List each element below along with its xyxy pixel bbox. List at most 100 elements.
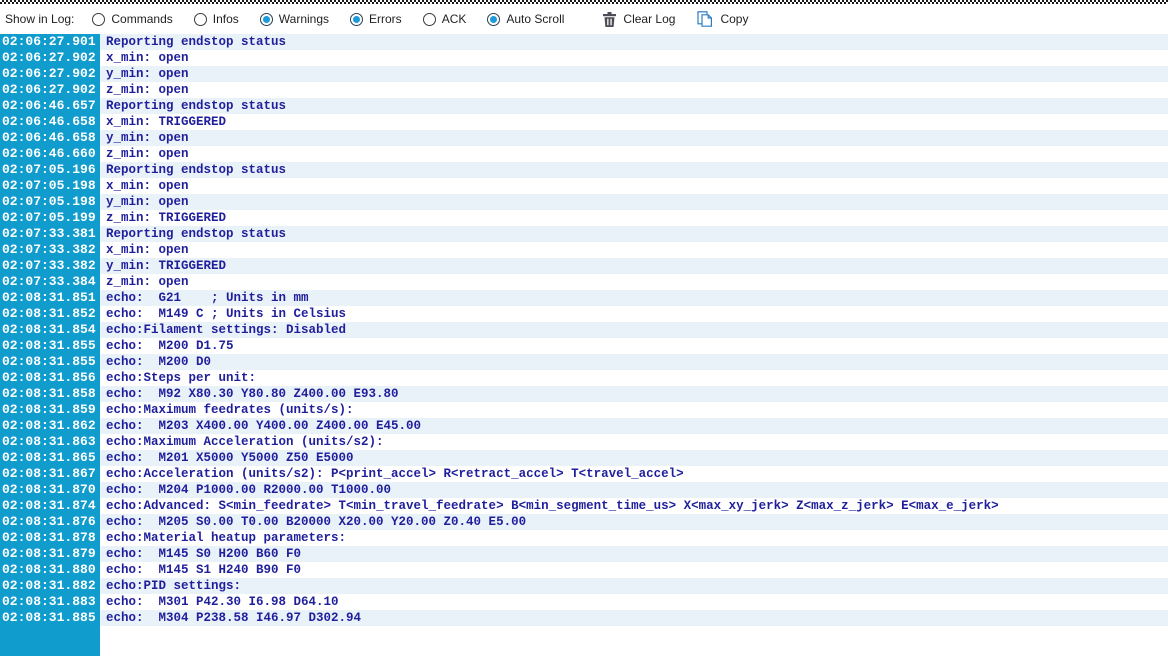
copy-label: Copy: [720, 12, 748, 26]
log-message: echo: M203 X400.00 Y400.00 Z400.00 E45.0…: [100, 418, 421, 434]
filter-commands[interactable]: Commands: [92, 12, 172, 26]
log-row: 02:07:05.196Reporting endstop status: [0, 162, 1168, 178]
log-timestamp: 02:06:27.901: [0, 34, 100, 50]
log-row: 02:08:31.854echo:Filament settings: Disa…: [0, 322, 1168, 338]
log-message: echo:Maximum Acceleration (units/s2):: [100, 434, 384, 450]
log-timestamp: 02:08:31.880: [0, 562, 100, 578]
log-row: 02:06:46.658y_min: open: [0, 130, 1168, 146]
radio-dot: [197, 16, 204, 23]
radio-icon[interactable]: [487, 13, 500, 26]
timestamp-gutter: [0, 626, 100, 656]
log-row: 02:08:31.856echo:Steps per unit:: [0, 370, 1168, 386]
radio-icon[interactable]: [260, 13, 273, 26]
log-row: 02:08:31.851echo: G21 ; Units in mm: [0, 290, 1168, 306]
log-row: 02:06:46.658x_min: TRIGGERED: [0, 114, 1168, 130]
log-message: echo:Maximum feedrates (units/s):: [100, 402, 354, 418]
filter-label: Warnings: [279, 12, 329, 26]
log-message: echo:Advanced: S<min_feedrate> T<min_tra…: [100, 498, 999, 514]
log-message: echo: M145 S1 H240 B90 F0: [100, 562, 301, 578]
radio-icon[interactable]: [350, 13, 363, 26]
log-message: y_min: open: [100, 194, 189, 210]
filter-label: Errors: [369, 12, 402, 26]
log-message: echo:Steps per unit:: [100, 370, 256, 386]
log-timestamp: 02:08:31.862: [0, 418, 100, 434]
log-timestamp: 02:08:31.885: [0, 610, 100, 626]
log-message: z_min: open: [100, 82, 189, 98]
log-timestamp: 02:08:31.859: [0, 402, 100, 418]
log-timestamp: 02:08:31.858: [0, 386, 100, 402]
log-row: 02:08:31.855echo: M200 D0: [0, 354, 1168, 370]
log-row: 02:07:33.381Reporting endstop status: [0, 226, 1168, 242]
log-timestamp: 02:08:31.854: [0, 322, 100, 338]
log-row: 02:08:31.858echo: M92 X80.30 Y80.80 Z400…: [0, 386, 1168, 402]
log-row: 02:08:31.885echo: M304 P238.58 I46.97 D3…: [0, 610, 1168, 626]
radio-icon[interactable]: [423, 13, 436, 26]
log-timestamp: 02:08:31.863: [0, 434, 100, 450]
log-timestamp: 02:06:46.658: [0, 130, 100, 146]
log-timestamp: 02:08:31.878: [0, 530, 100, 546]
log-timestamp: 02:08:31.874: [0, 498, 100, 514]
show-in-log-label: Show in Log:: [5, 12, 74, 26]
log-row: 02:08:31.883echo: M301 P42.30 I6.98 D64.…: [0, 594, 1168, 610]
log-message: echo: M149 C ; Units in Celsius: [100, 306, 346, 322]
log-row: 02:07:33.384z_min: open: [0, 274, 1168, 290]
log-filter-group: Commands Infos Warnings Errors ACK Auto Scrol…: [92, 12, 585, 27]
log-message: x_min: open: [100, 50, 189, 66]
trash-icon: [603, 12, 616, 27]
clear-log-button[interactable]: Clear Log: [599, 10, 679, 29]
log-timestamp: 02:08:31.876: [0, 514, 100, 530]
radio-dot: [490, 16, 497, 23]
log-row: 02:07:33.382x_min: open: [0, 242, 1168, 258]
log-row: 02:06:27.902x_min: open: [0, 50, 1168, 66]
log-message: echo: M205 S0.00 T0.00 B20000 X20.00 Y20…: [100, 514, 526, 530]
log-row: 02:08:31.865echo: M201 X5000 Y5000 Z50 E…: [0, 450, 1168, 466]
log-message: y_min: open: [100, 130, 189, 146]
log-row: 02:08:31.878echo:Material heatup paramet…: [0, 530, 1168, 546]
log-row: 02:08:31.862echo: M203 X400.00 Y400.00 Z…: [0, 418, 1168, 434]
log-viewer[interactable]: 02:06:27.901Reporting endstop status02:0…: [0, 34, 1168, 656]
log-message: echo: G21 ; Units in mm: [100, 290, 309, 306]
log-message: echo: M200 D0: [100, 354, 211, 370]
log-timestamp: 02:08:31.855: [0, 354, 100, 370]
log-row: 02:07:33.382y_min: TRIGGERED: [0, 258, 1168, 274]
log-row: 02:06:27.901Reporting endstop status: [0, 34, 1168, 50]
clear-log-label: Clear Log: [623, 12, 675, 26]
log-row: 02:06:27.902y_min: open: [0, 66, 1168, 82]
log-timestamp: 02:08:31.865: [0, 450, 100, 466]
radio-dot: [353, 16, 360, 23]
log-message: echo: M200 D1.75: [100, 338, 234, 354]
filter-label: Auto Scroll: [506, 12, 564, 26]
log-row: 02:08:31.882echo:PID settings:: [0, 578, 1168, 594]
copy-button[interactable]: Copy: [693, 9, 752, 29]
log-row: 02:08:31.867echo:Acceleration (units/s2)…: [0, 466, 1168, 482]
log-row: 02:07:05.199z_min: TRIGGERED: [0, 210, 1168, 226]
log-timestamp: 02:06:27.902: [0, 50, 100, 66]
log-timestamp: 02:06:46.660: [0, 146, 100, 162]
log-row: 02:08:31.876echo: M205 S0.00 T0.00 B2000…: [0, 514, 1168, 530]
copy-icon: [697, 11, 713, 27]
filter-warnings[interactable]: Warnings: [260, 12, 329, 26]
log-toolbar: Show in Log: Commands Infos Warnings Errors…: [0, 4, 1168, 34]
radio-icon[interactable]: [194, 13, 207, 26]
log-message: Reporting endstop status: [100, 226, 286, 242]
log-timestamp: 02:08:31.856: [0, 370, 100, 386]
log-timestamp: 02:08:31.879: [0, 546, 100, 562]
log-message: echo:Material heatup parameters:: [100, 530, 346, 546]
log-timestamp: 02:06:27.902: [0, 66, 100, 82]
filter-auto-scroll[interactable]: Auto Scroll: [487, 12, 564, 26]
log-timestamp: 02:07:33.384: [0, 274, 100, 290]
log-timestamp: 02:08:31.882: [0, 578, 100, 594]
filter-infos[interactable]: Infos: [194, 12, 239, 26]
log-message: z_min: open: [100, 146, 189, 162]
log-row: 02:06:27.902z_min: open: [0, 82, 1168, 98]
log-message: echo: M145 S0 H200 B60 F0: [100, 546, 301, 562]
log-message: y_min: TRIGGERED: [100, 258, 226, 274]
log-row: 02:07:05.198x_min: open: [0, 178, 1168, 194]
filter-errors[interactable]: Errors: [350, 12, 402, 26]
radio-dot: [263, 16, 270, 23]
log-empty-area: [0, 626, 1168, 656]
log-message: echo: M201 X5000 Y5000 Z50 E5000: [100, 450, 354, 466]
log-message: z_min: open: [100, 274, 189, 290]
filter-ack[interactable]: ACK: [423, 12, 467, 26]
radio-icon[interactable]: [92, 13, 105, 26]
